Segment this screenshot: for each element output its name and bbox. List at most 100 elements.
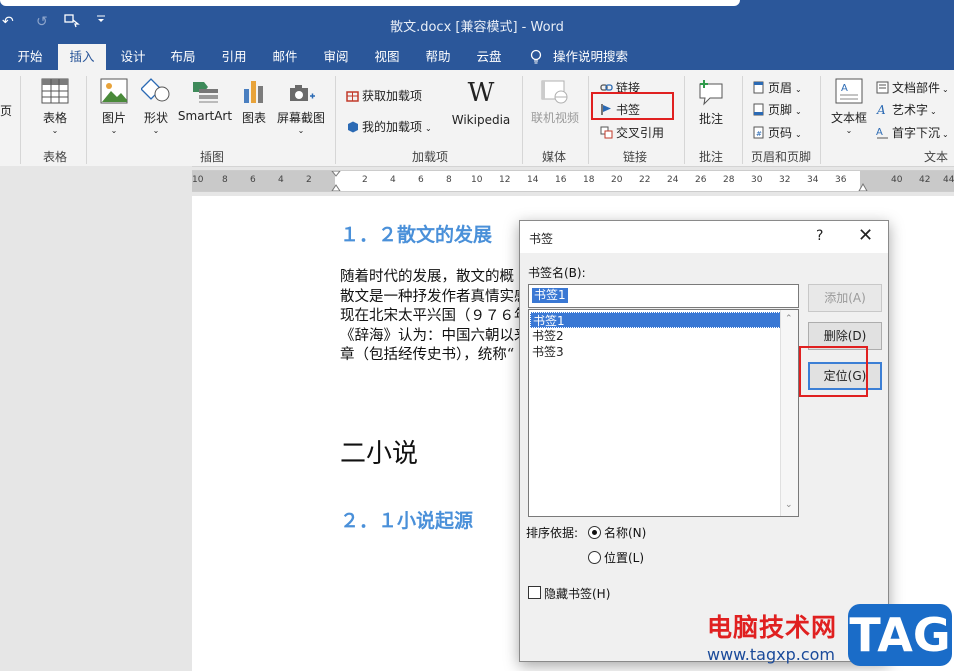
right-indent-marker-icon[interactable] xyxy=(858,179,868,191)
screenshot-button[interactable]: 屏幕截图 ⌄ xyxy=(274,78,328,135)
bookmark-name-input[interactable]: 书签1 xyxy=(528,284,799,308)
group-label-tables: 表格 xyxy=(42,150,67,164)
tab-references[interactable]: 引用 xyxy=(213,44,255,70)
group-label-comments: 批注 xyxy=(698,150,723,164)
chevron-down-icon: ⌄ xyxy=(942,130,949,139)
group-label-addins: 加载项 xyxy=(411,150,448,164)
ruler-tick: 32 xyxy=(779,175,791,185)
footer-icon xyxy=(753,103,764,116)
ruler-tick: 22 xyxy=(639,175,651,185)
watermark-tag-logo: TAG xyxy=(848,604,952,666)
paragraph-line: 随着时代的发展，散文的概 xyxy=(340,269,514,285)
wordart-label: 艺术字 xyxy=(892,103,929,117)
list-scrollbar[interactable]: ⌃ ⌄ xyxy=(780,310,798,516)
wordart-button[interactable]: A 艺术字 ⌄ xyxy=(876,101,937,118)
tab-design[interactable]: 设计 xyxy=(112,44,154,70)
group-label-illustrations: 插图 xyxy=(199,150,224,164)
cross-reference-button[interactable]: 交叉引用 xyxy=(600,124,664,141)
picture-icon xyxy=(100,78,128,104)
wikipedia-label: Wikipedia xyxy=(451,113,511,127)
sort-by-label: 排序依据: xyxy=(526,526,579,540)
table-icon xyxy=(41,78,69,104)
smartart-button[interactable]: SmartArt xyxy=(176,78,234,123)
tab-review[interactable]: 审阅 xyxy=(315,44,357,70)
chart-button[interactable]: 图表 xyxy=(236,78,272,126)
get-addins-label: 获取加载项 xyxy=(362,89,423,103)
footer-label: 页脚 xyxy=(768,103,793,117)
shapes-label: 形状 xyxy=(143,111,168,125)
footer-button[interactable]: 页脚 ⌄ xyxy=(752,101,802,118)
tab-help[interactable]: 帮助 xyxy=(417,44,459,70)
sort-by-name-radio[interactable] xyxy=(588,526,601,539)
divider xyxy=(684,76,685,164)
horizontal-ruler: 10 8 6 4 2 2 4 6 8 10 12 14 16 18 20 22 … xyxy=(192,170,954,192)
table-label: 表格 xyxy=(42,111,67,125)
divider xyxy=(522,76,523,164)
table-button[interactable]: 表格 ⌄ xyxy=(30,78,80,135)
tab-home[interactable]: 开始 xyxy=(8,44,52,70)
lightbulb-icon xyxy=(528,44,544,70)
scroll-up-icon[interactable]: ⌃ xyxy=(785,314,793,324)
divider xyxy=(20,76,21,164)
new-comment-button[interactable]: 批注 xyxy=(690,78,732,127)
my-addins-button[interactable]: 我的加载项 ⌄ xyxy=(346,118,432,135)
comment-icon xyxy=(699,80,723,106)
drop-cap-button[interactable]: A 首字下沉 ⌄ xyxy=(876,124,949,141)
tab-cloud[interactable]: 云盘 xyxy=(468,44,510,70)
list-item[interactable]: 书签3 xyxy=(530,344,783,360)
online-video-button[interactable]: 联机视频 xyxy=(528,78,582,126)
tell-me-search[interactable]: 操作说明搜索 xyxy=(553,44,635,70)
shapes-button[interactable]: 形状 ⌄ xyxy=(138,78,174,135)
tab-mailings[interactable]: 邮件 xyxy=(264,44,306,70)
chevron-down-icon: ⌄ xyxy=(297,126,305,135)
ruler-tick: 34 xyxy=(807,175,819,185)
group-label-text: 文本 xyxy=(923,150,948,164)
help-button[interactable]: ? xyxy=(816,228,823,244)
scroll-down-icon[interactable]: ⌄ xyxy=(785,500,793,510)
wikipedia-icon: W xyxy=(467,78,495,108)
indent-marker-icon[interactable] xyxy=(331,171,341,191)
heading-1-2: １．２散文的发展 xyxy=(340,224,493,246)
svg-text:#: # xyxy=(756,130,762,138)
list-item[interactable]: 书签1 xyxy=(530,312,781,328)
page-number-button[interactable]: # 页码 ⌄ xyxy=(752,124,802,141)
chart-label: 图表 xyxy=(241,111,266,125)
ruler-tick: 42 xyxy=(919,175,931,185)
textbox-icon: A xyxy=(835,78,863,104)
textbox-button[interactable]: A 文本框 ⌄ xyxy=(826,78,872,135)
wikipedia-button[interactable]: W Wikipedia xyxy=(450,80,512,127)
ruler-tick: 20 xyxy=(611,175,623,185)
tab-view[interactable]: 视图 xyxy=(366,44,408,70)
hidden-bookmarks-label: 隐藏书签(H) xyxy=(544,587,611,601)
tab-insert[interactable]: 插入 xyxy=(58,44,106,70)
cross-reference-label: 交叉引用 xyxy=(616,126,665,140)
smartart-label: SmartArt xyxy=(177,109,233,123)
smartart-icon xyxy=(193,82,218,103)
quick-parts-button[interactable]: 文档部件 ⌄ xyxy=(876,79,949,96)
tab-layout[interactable]: 布局 xyxy=(162,44,204,70)
textbox-label: 文本框 xyxy=(830,111,867,125)
list-item[interactable]: 书签2 xyxy=(530,328,783,344)
sort-by-location-radio[interactable] xyxy=(588,551,601,564)
ribbon: 页 表格 ⌄ 表格 图片 ⌄ 形状 ⌄ SmartArt 图表 屏幕截图 ⌄ 插… xyxy=(0,70,954,167)
svg-text:A: A xyxy=(841,83,848,94)
ruler-tick: 26 xyxy=(695,175,707,185)
pages-button-cut[interactable]: 页 xyxy=(0,102,12,119)
online-video-label: 联机视频 xyxy=(530,111,579,125)
screenshot-label: 屏幕截图 xyxy=(276,111,325,125)
store-icon xyxy=(346,91,359,102)
add-button[interactable]: 添加(A) xyxy=(808,284,882,312)
ruler-tick: 4 xyxy=(278,175,284,185)
ruler-tick: 14 xyxy=(527,175,539,185)
close-icon[interactable]: ✕ xyxy=(858,225,873,246)
pictures-button[interactable]: 图片 ⌄ xyxy=(96,78,132,135)
header-button[interactable]: 页眉 ⌄ xyxy=(752,79,802,96)
group-label-media: 媒体 xyxy=(541,150,566,164)
get-addins-button[interactable]: 获取加载项 xyxy=(346,87,422,104)
chevron-down-icon: ⌄ xyxy=(110,126,118,135)
hidden-bookmarks-checkbox[interactable] xyxy=(528,586,541,599)
ruler-tick: 10 xyxy=(192,175,204,185)
divider xyxy=(86,76,87,164)
bookmark-dialog: 书签 ? ✕ 书签名(B): 书签1 书签1 书签2 书签3 ⌃ ⌄ 添加(A)… xyxy=(519,220,889,662)
bookmark-list[interactable]: 书签1 书签2 书签3 ⌃ ⌄ xyxy=(528,309,799,517)
